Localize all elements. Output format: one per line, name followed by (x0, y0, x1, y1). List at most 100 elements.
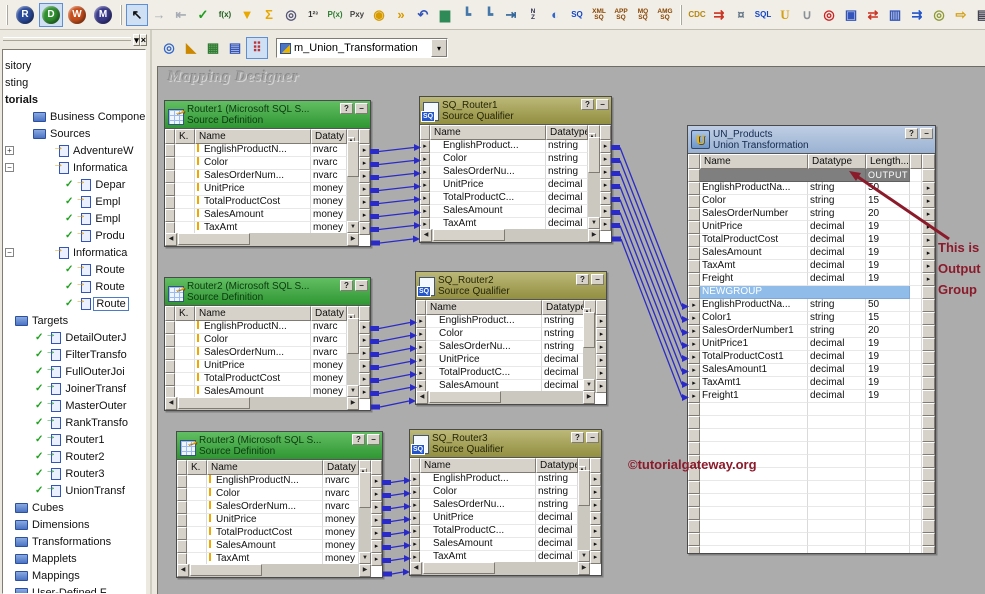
field-row-salesordernum-[interactable]: SalesOrderNum...nvarc▸ (165, 170, 370, 183)
port-cell[interactable] (688, 221, 700, 234)
rank-icon[interactable]: P(x) (324, 4, 346, 26)
scroll-left-button[interactable]: ◀ (165, 397, 177, 410)
port-cell[interactable]: ▸ (596, 341, 607, 354)
tree-item-empl[interactable]: ✓Empl (3, 210, 145, 227)
field-row-englishproduct-[interactable]: ▸EnglishProduct...nstring▸ (420, 140, 611, 153)
panel-close-button[interactable]: × (140, 34, 147, 46)
minimize-button[interactable]: − (355, 280, 368, 291)
port-cell[interactable]: ▸ (359, 347, 370, 360)
transformation-titlebar[interactable]: Router1 (Microsoft SQL S...Source Defini… (165, 101, 370, 129)
port-cell[interactable]: ▸ (688, 364, 700, 377)
help-button[interactable]: ? (905, 128, 918, 139)
sql-icon[interactable]: SQL (752, 4, 774, 26)
scrollbar-thumb[interactable] (347, 141, 359, 177)
field-row-unitprice[interactable]: UnitPricemoney▸ (165, 183, 370, 196)
tree-expander-icon[interactable]: − (5, 163, 14, 172)
port-cell[interactable]: ▸ (359, 321, 370, 334)
horizontal-scrollbar[interactable]: ◀▶ (416, 391, 595, 404)
transformation-titlebar[interactable]: Router2 (Microsoft SQL S...Source Defini… (165, 278, 370, 306)
port-cell[interactable]: ▸ (688, 351, 700, 364)
port-cell[interactable]: ▸ (359, 157, 370, 170)
workflow-manager-button[interactable]: W (65, 3, 89, 27)
scrollbar-thumb[interactable] (433, 229, 505, 241)
port-cell[interactable]: ▸ (600, 179, 611, 192)
port-cell[interactable]: ▸ (590, 525, 601, 538)
tree-item-mappings[interactable]: Mappings (3, 567, 145, 584)
port-cell[interactable]: ▸ (420, 192, 430, 205)
lookup-icon[interactable]: ◎ (280, 4, 302, 26)
documents-icon[interactable]: ▥ (884, 4, 906, 26)
router-icon[interactable]: ◉ (368, 4, 390, 26)
horizontal-scrollbar[interactable]: ◀▶ (165, 397, 359, 410)
tree-item-router3[interactable]: ✓Router3 (3, 465, 145, 482)
scrollbar-thumb[interactable] (190, 564, 262, 576)
port-cell[interactable]: ▸ (688, 338, 700, 351)
port-cell[interactable] (922, 364, 935, 377)
union-icon[interactable]: U (774, 4, 796, 26)
port-cell[interactable]: ▸ (600, 218, 611, 231)
field-row-englishproductna-[interactable]: ▸EnglishProductNa...string50 (688, 299, 935, 312)
field-row-englishproductn-[interactable]: EnglishProductN...nvarc▸ (177, 475, 382, 488)
field-row-salesamount1[interactable]: ▸SalesAmount1decimal19 (688, 364, 935, 377)
port-cell[interactable]: ▸ (420, 166, 430, 179)
scrollbar-thumb[interactable] (178, 397, 250, 409)
port-cell[interactable]: ▸ (420, 153, 430, 166)
field-row-englishproduct-[interactable]: ▸EnglishProduct...nstring▸ (416, 315, 606, 328)
toolbar-grip[interactable] (680, 5, 682, 25)
un_products-transformation[interactable]: UUN_ProductsUnion Transformation?−NameDa… (687, 125, 936, 554)
save-icon[interactable]: ▣ (840, 4, 862, 26)
field-row-color[interactable]: ▸Colornstring▸ (420, 153, 611, 166)
field-row-unitprice[interactable]: ▸UnitPricedecimal▸ (416, 354, 606, 367)
port-cell[interactable]: ▸ (410, 525, 420, 538)
chart-axis2-icon[interactable]: ┗ (478, 4, 500, 26)
port-cell[interactable] (177, 488, 187, 501)
tree-item-ranktransfo[interactable]: ✓RankTransfo (3, 414, 145, 431)
field-row-color[interactable]: Colorstring15▸ (688, 195, 935, 208)
field-row-salesordernum-[interactable]: SalesOrderNum...nvarc▸ (177, 501, 382, 514)
scroll-down-button[interactable]: ▼ (588, 217, 600, 229)
tree-item-targets[interactable]: Targets (3, 312, 145, 329)
field-row-totalproductc-[interactable]: ▸TotalProductC...decimal▸ (410, 525, 601, 538)
field-row-salesordernu-[interactable]: ▸SalesOrderNu...nstring▸ (410, 499, 601, 512)
mapping-canvas[interactable]: Mapping Designer ©tutorialgateway.org Th… (157, 66, 985, 594)
zoom-icon[interactable]: ◎ (158, 37, 180, 59)
mapping-selector[interactable]: m_Union_Transformation ▾ (276, 38, 448, 58)
port-cell[interactable]: ▸ (410, 538, 420, 551)
field-row-color[interactable]: Colornvarc▸ (165, 157, 370, 170)
field-row-unitprice[interactable]: UnitPricemoney▸ (165, 360, 370, 373)
field-row-salesordernumber[interactable]: SalesOrderNumberstring20▸ (688, 208, 935, 221)
port-cell[interactable] (688, 195, 700, 208)
filter-icon[interactable]: ▼ (236, 4, 258, 26)
vertical-scrollbar[interactable]: ▲▼ (578, 458, 590, 562)
help-button[interactable]: ? (352, 434, 365, 445)
field-row-totalproductcost1[interactable]: ▸TotalProductCost1decimal19 (688, 351, 935, 364)
port-cell[interactable]: ▸ (371, 501, 382, 514)
scrollbar-thumb[interactable] (347, 318, 359, 354)
minimize-button[interactable]: − (920, 128, 933, 139)
scroll-right-button[interactable]: ▶ (578, 562, 590, 575)
port-cell[interactable] (688, 182, 700, 195)
import-arrows-icon[interactable]: ⇉ (708, 4, 730, 26)
tree-item-depar[interactable]: ✓Depar (3, 176, 145, 193)
port-cell[interactable] (922, 325, 935, 338)
field-row-totalproductc-[interactable]: ▸TotalProductC...decimal▸ (420, 192, 611, 205)
source-analyzer-icon[interactable]: ◣ (180, 37, 202, 59)
tree-item-cubes[interactable]: Cubes (3, 499, 145, 516)
transformation-titlebar[interactable]: SQ_Router3Source Qualifier?− (410, 430, 601, 458)
transformation-titlebar[interactable]: SQ_Router2Source Qualifier?− (416, 272, 606, 300)
port-cell[interactable] (688, 208, 700, 221)
port-cell[interactable]: ▸ (359, 373, 370, 386)
port-cell[interactable]: ▸ (596, 380, 607, 393)
field-row-totalproductcost[interactable]: TotalProductCostmoney▸ (177, 527, 382, 540)
port-cell[interactable]: ▸ (590, 538, 601, 551)
port-cell[interactable]: ▸ (596, 328, 607, 341)
port-cell[interactable]: ▸ (600, 166, 611, 179)
vertical-scrollbar[interactable]: ▲▼ (359, 460, 371, 564)
amg-sq-icon[interactable]: AMGSQ (654, 4, 676, 26)
repository-manager-button[interactable]: R (13, 3, 37, 27)
port-cell[interactable]: ▸ (922, 273, 935, 286)
vertical-scrollbar[interactable]: ▲▼ (347, 306, 359, 397)
joiner-icon[interactable]: » (390, 4, 412, 26)
port-cell[interactable]: ▸ (416, 328, 426, 341)
chart-axis-icon[interactable]: ┗ (456, 4, 478, 26)
